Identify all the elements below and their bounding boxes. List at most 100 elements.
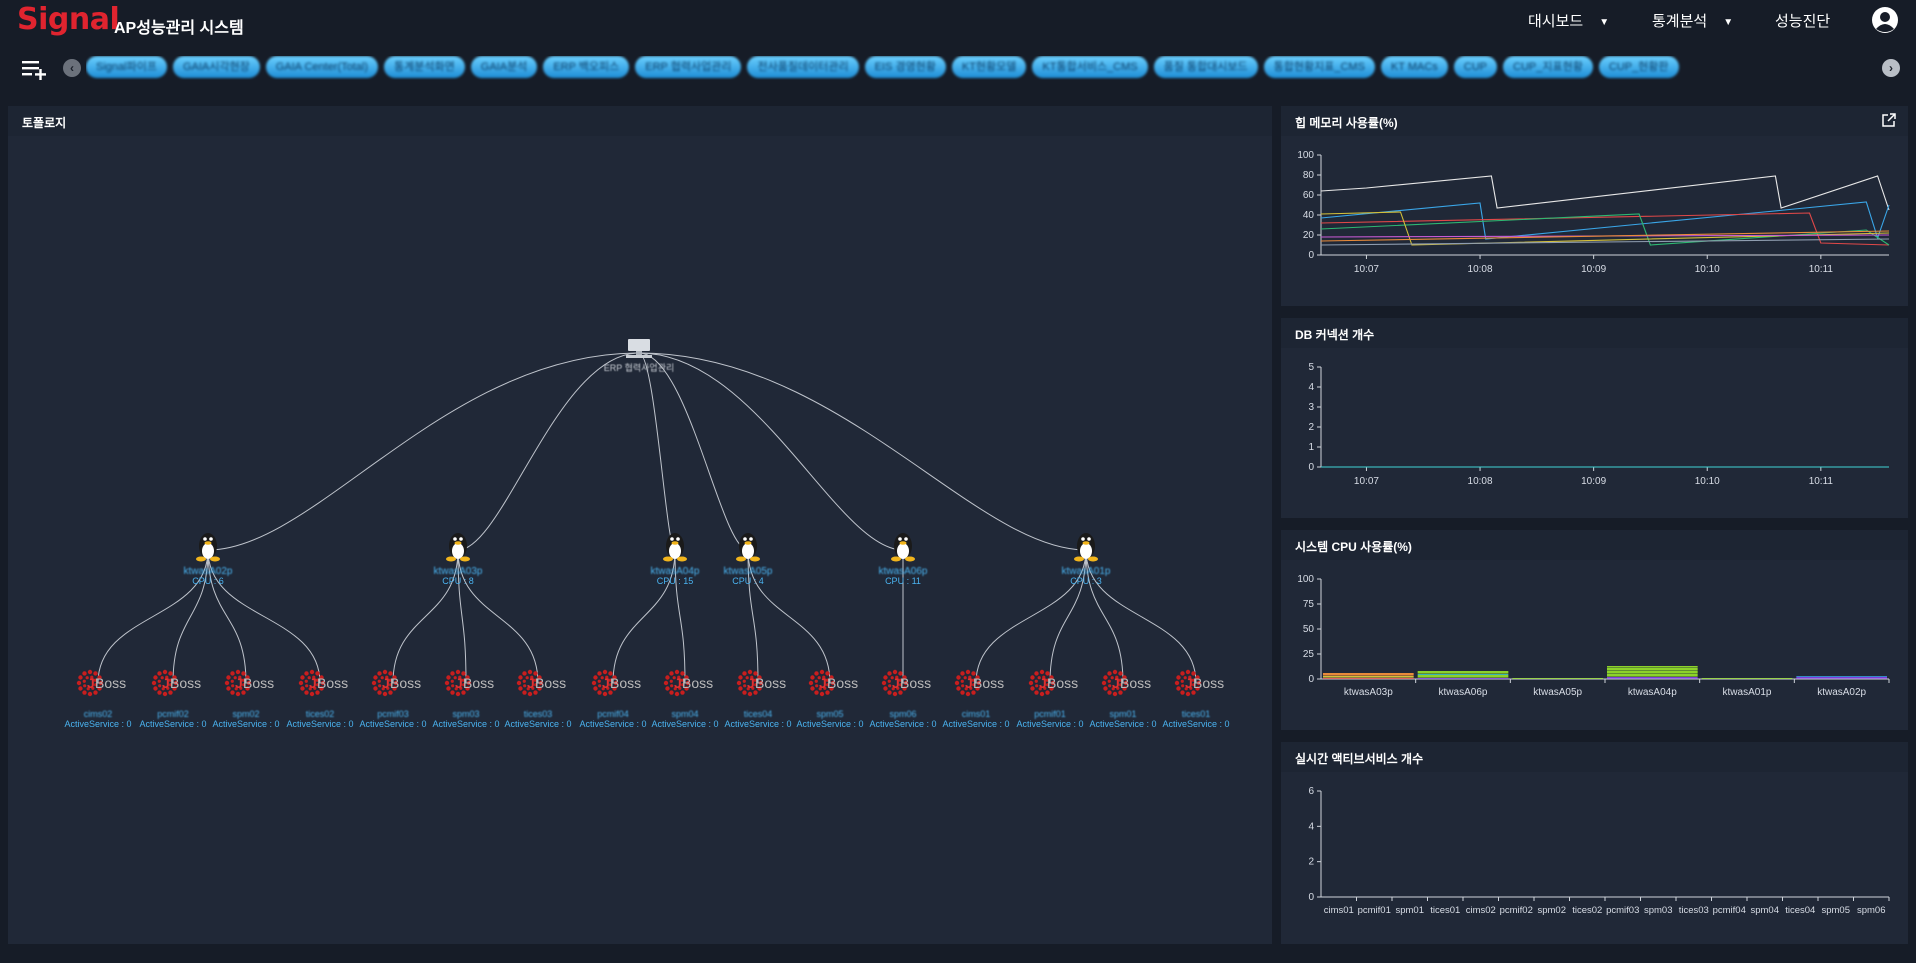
jboss-icon[interactable]: J Boss — [736, 669, 786, 697]
y-tick-label: 60 — [1303, 190, 1315, 201]
external-link-icon[interactable] — [1882, 113, 1896, 127]
linux-icon[interactable] — [1074, 533, 1098, 562]
jboss-icon[interactable]: J Boss — [76, 669, 126, 697]
svg-text:J: J — [1185, 675, 1193, 691]
linux-icon[interactable] — [446, 533, 470, 562]
jboss-icon[interactable]: J Boss — [371, 669, 421, 697]
svg-text:J: J — [235, 675, 243, 691]
dashboard-tab[interactable]: Signal파이프 — [86, 56, 167, 78]
dashboard-tab[interactable]: ERP 백오피스 — [543, 56, 630, 78]
signal-logo[interactable]: Signal — [17, 2, 120, 37]
bar-segment[interactable] — [1512, 678, 1603, 679]
topology-graph[interactable]: ERP 협력사업관리ktwasA02pCPU : 6ktwasA03pCPU :… — [8, 136, 1272, 944]
bar-segment[interactable] — [1607, 677, 1698, 679]
nav-diagnosis[interactable]: 성능진단 — [1775, 10, 1830, 31]
dashboard-tab[interactable]: CUP — [1453, 56, 1498, 78]
host-cpu: CPU : 3 — [1070, 576, 1102, 586]
dashboard-tab[interactable]: GAIA시각현장 — [172, 56, 260, 78]
topology-link — [207, 352, 640, 551]
bar-segment[interactable] — [1417, 675, 1509, 678]
y-tick-label: 0 — [1308, 892, 1314, 903]
system-cpu-panel: 시스템 CPU 사용률(%) 0 25 50 75 100 ktwasA03p ktwasA… — [1281, 530, 1908, 730]
dashboard-tab[interactable]: 통합현황지표_CMS — [1263, 56, 1375, 78]
tabs-scroll-left-icon[interactable]: ‹ — [63, 59, 81, 77]
jboss-icon[interactable]: J Boss — [151, 669, 201, 697]
dashboard-tab[interactable]: ERP 협력사업관리 — [635, 56, 742, 78]
linux-icon[interactable] — [663, 533, 687, 562]
y-tick-label: 50 — [1303, 624, 1315, 635]
jboss-icon[interactable]: J Boss — [808, 669, 858, 697]
bar-segment[interactable] — [1417, 671, 1509, 674]
dashboard-tab[interactable]: 전사품질데이터관리 — [747, 56, 859, 78]
topology-link — [638, 352, 749, 551]
linux-icon[interactable] — [196, 533, 220, 562]
bar-segment[interactable] — [1796, 676, 1887, 677]
linux-icon[interactable] — [736, 533, 760, 562]
bar-segment[interactable] — [1323, 678, 1414, 679]
bar-segment[interactable] — [1417, 674, 1509, 675]
bar-segment[interactable] — [1796, 677, 1887, 679]
jboss-icon[interactable]: J Boss — [954, 669, 1004, 697]
heap-memory-panel: 힙 메모리 사용률(%) 0 20 40 60 80 100 10:07 10:08 10:09… — [1281, 106, 1908, 306]
heap-memory-chart[interactable]: 0 20 40 60 80 100 10:07 10:08 10:09 10:10 10:11 — [1281, 136, 1908, 306]
svg-text:Boss: Boss — [755, 675, 786, 691]
series-line[interactable] — [1320, 201, 1890, 240]
jboss-icon[interactable]: J Boss — [1101, 669, 1151, 697]
was-name: spm04 — [671, 709, 698, 719]
dashboard-tab[interactable]: CUP_지표현황 — [1503, 56, 1593, 78]
bar-segment[interactable] — [1323, 673, 1414, 676]
svg-text:Boss: Boss — [610, 675, 641, 691]
dashboard-tab[interactable]: KT MACs — [1380, 56, 1448, 78]
dashboard-tab[interactable]: GAIA Center(Total) — [265, 56, 379, 78]
dashboard-tab[interactable]: EIS 경영현황 — [864, 56, 946, 78]
jboss-icon[interactable]: J Boss — [881, 669, 931, 697]
x-tick-label: spm01 — [1395, 905, 1424, 916]
x-tick-label: 10:09 — [1581, 476, 1606, 487]
bar-segment[interactable] — [1417, 678, 1509, 679]
svg-text:J: J — [892, 675, 900, 691]
active-service-chart[interactable]: 0 2 4 6 cims01 pcmif01 spm01 tices01 cims02 pcmif… — [1281, 772, 1908, 944]
dashboard-tab[interactable]: 통계분석화면 — [384, 56, 465, 78]
tabs-scroll-right-icon[interactable]: › — [1882, 59, 1900, 77]
x-tick-label: pcmif01 — [1358, 905, 1391, 916]
jboss-icon[interactable]: J Boss — [516, 669, 566, 697]
nav-dashboard[interactable]: 대시보드 ▼ — [1528, 10, 1609, 31]
dashboard-tab[interactable]: GAIA분석 — [470, 56, 538, 78]
add-list-icon[interactable] — [22, 58, 48, 80]
bar-segment[interactable] — [1607, 671, 1698, 674]
y-tick-label: 80 — [1303, 170, 1315, 181]
dashboard-tab[interactable]: 품질 통합대시보드 — [1153, 56, 1258, 78]
user-account-icon[interactable] — [1871, 6, 1899, 34]
linux-icon[interactable] — [891, 533, 915, 562]
bar-segment[interactable] — [1701, 678, 1793, 679]
jboss-icon[interactable]: J Boss — [663, 669, 713, 697]
jboss-icon[interactable]: J Boss — [224, 669, 274, 697]
jboss-icon[interactable]: J Boss — [444, 669, 494, 697]
dashboard-tab[interactable]: CUP_현황판 — [1598, 56, 1679, 78]
system-cpu-chart[interactable]: 0 25 50 75 100 ktwasA03p ktwasA06p ktwasA05p ktw… — [1281, 560, 1908, 730]
db-connection-chart[interactable]: 0 1 2 3 4 5 10:07 10:08 10:09 10:10 10:11 — [1281, 348, 1908, 518]
topology-canvas[interactable]: ERP 협력사업관리 ktwasA02p CPU : 6 ktwasA03p CPU :… — [8, 136, 1272, 944]
bar-segment[interactable] — [1323, 676, 1414, 678]
bar-segment[interactable] — [1607, 666, 1698, 668]
active-service-title: 실시간 액티브서비스 개수 — [1295, 752, 1424, 766]
was-active-service: ActiveService : 0 — [504, 719, 571, 729]
dashboard-tab[interactable]: KT통합서비스_CMS — [1032, 56, 1148, 78]
jboss-icon[interactable]: J Boss — [1028, 669, 1078, 697]
active-service-panel: 실시간 액티브서비스 개수 0 2 4 6 cims01 pcmif01 spm01 tice… — [1281, 742, 1908, 944]
dashboard-tabs: Signal파이프 GAIA시각현장 GAIA Center(Total) 통계분석화… — [86, 56, 1864, 80]
server-icon[interactable] — [626, 339, 652, 358]
jboss-icon[interactable]: J Boss — [591, 669, 641, 697]
dashboard-tab[interactable]: KT현황모델 — [951, 56, 1027, 78]
svg-text:J: J — [382, 675, 390, 691]
was-active-service: ActiveService : 0 — [579, 719, 646, 729]
series-line[interactable] — [1320, 175, 1890, 211]
was-name: pcmif04 — [597, 709, 629, 719]
bar-segment[interactable] — [1607, 668, 1698, 671]
svg-text:Boss: Boss — [1193, 675, 1224, 691]
jboss-icon[interactable]: J Boss — [1174, 669, 1224, 697]
svg-text:J: J — [455, 675, 463, 691]
nav-statistics[interactable]: 통계분석 ▼ — [1652, 10, 1733, 31]
jboss-icon[interactable]: J Boss — [298, 669, 348, 697]
bar-segment[interactable] — [1607, 674, 1698, 677]
